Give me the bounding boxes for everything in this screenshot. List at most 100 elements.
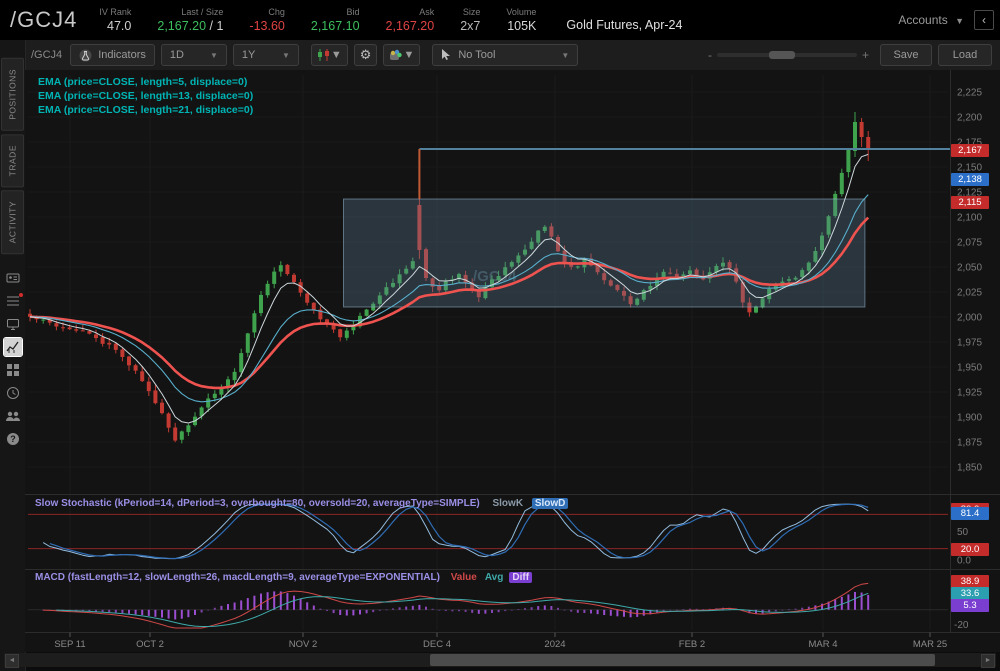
scroll-left-button[interactable]: ◄ [5,654,19,668]
time-axis-label: MAR 4 [808,639,837,650]
stochastic-badge: 20.0 [951,543,989,556]
price-axis-label: 2,100 [957,213,982,224]
timeframe-value: 1D [170,49,184,61]
chevron-down-icon: ▼ [955,16,964,26]
chart-icon[interactable] [4,338,22,356]
indicators-label: Indicators [98,49,146,61]
time-axis-label: MAR 25 [913,639,947,650]
price-axis-label: 1,875 [957,438,982,449]
stochastic-badge: 81.4 [951,507,989,520]
time-zoom-slider[interactable] [717,53,857,57]
time-axis-label: NOV 2 [289,639,318,650]
price-axis-label: 1,950 [957,363,982,374]
price-badge: 2,115 [951,196,989,209]
active-tool-label: No Tool [458,49,495,61]
sidebar-tab-positions[interactable]: POSITIONS [1,58,24,131]
monitor-icon[interactable] [4,315,22,333]
ema-study-label[interactable]: EMA (price=CLOSE, length=21, displace=0) [38,103,253,117]
horizontal-scrollbar[interactable]: ◄ ► [4,653,996,667]
slowd-legend[interactable]: SlowD [532,498,569,509]
range-value: 1Y [242,49,255,61]
quote-fields: IV Rank47.0Last / Size2,167.20 / 1Chg-13… [99,7,562,34]
id-card-icon[interactable] [4,269,22,287]
ema-study-label[interactable]: EMA (price=CLOSE, length=5, displace=0) [38,75,253,89]
macd-axis-label: -20 [954,620,969,631]
macd-badge: 5.3 [951,599,989,612]
macd-title-text: MACD (fastLength=12, slowLength=26, macd… [35,572,440,583]
chart-toolbar: /GCJ4 Indicators 1D ▼ 1Y ▼ ▼ [25,40,1000,70]
accounts-dropdown[interactable]: Accounts ▼ [898,13,964,27]
trading-platform-window: /GCJ4 IV Rank47.0Last / Size2,167.20 / 1… [0,0,1000,671]
grid-icon[interactable] [4,361,22,379]
macd-legend: Value Avg Diff [443,572,532,583]
candlestick-style-icon [317,49,331,61]
drawing-palette-icon [389,49,403,61]
quote-header: /GCJ4 IV Rank47.0Last / Size2,167.20 / 1… [0,0,1000,40]
zoom-in-button[interactable]: + [857,48,874,62]
quote-field-bid: Bid2,167.10 [311,7,360,34]
sidebar-icons: ? [0,269,25,453]
save-button[interactable]: Save [880,44,932,66]
history-icon[interactable] [4,384,22,402]
gear-icon: ⚙ [360,47,372,63]
chevron-down-icon: ▼ [282,51,290,60]
macd-title: MACD (fastLength=12, slowLength=26, macd… [35,572,532,583]
price-axis-label: 2,050 [957,263,982,274]
ema-study-label[interactable]: EMA (price=CLOSE, length=13, displace=0) [38,89,253,103]
sidebar-tab-activity[interactable]: ACTIVITY [1,190,24,254]
quote-field-size: Size2x7 [460,7,480,34]
sidebar-tabs: POSITIONS TRADE ACTIVITY [0,40,25,257]
price-axis-label: 1,850 [957,463,982,474]
stochastic-axis-label: 50 [957,527,969,538]
active-tool-dropdown[interactable]: No Tool ▼ [432,44,578,66]
macd-legend-avg[interactable]: Avg [485,572,504,583]
chevron-down-icon: ▼ [331,49,342,61]
chart-style-dropdown[interactable]: ▼ [311,44,348,66]
price-badge: 2,138 [951,173,989,186]
svg-text:?: ? [10,434,16,444]
price-axis-label: 2,025 [957,288,982,299]
scrollbar-thumb[interactable] [430,654,935,666]
indicators-icon [79,49,92,62]
drawing-rectangle [344,199,865,307]
price-axis-label: 2,075 [957,238,982,249]
chart-area[interactable]: /GCJ41,8501,8751,9001,9251,9501,9752,000… [25,70,1000,652]
time-axis-label: OCT 2 [136,639,164,650]
toolbar-symbol: /GCJ4 [31,49,62,61]
instrument-description: Gold Futures, Apr-24 [566,18,682,32]
cursor-icon [441,49,451,61]
quote-field-volume: Volume105K [506,7,536,34]
price-axis-label: 2,150 [957,163,982,174]
sidebar-tab-trade[interactable]: TRADE [1,134,24,187]
timeframe-dropdown[interactable]: 1D ▼ [161,44,227,66]
price-axis-label: 2,200 [957,113,982,124]
drawing-tools-dropdown[interactable]: ▼ [383,44,420,66]
chevron-down-icon: ▼ [210,51,218,60]
scroll-right-button[interactable]: ► [981,654,995,668]
price-axis-label: 1,975 [957,338,982,349]
stochastic-title: Slow Stochastic (kPeriod=14, dPeriod=3, … [35,498,568,509]
price-axis-label: 2,225 [957,88,982,99]
time-axis-label: FEB 2 [679,639,705,650]
quote-field-chg: Chg-13.60 [249,7,284,34]
collapse-panel-button[interactable]: ‹ [974,10,994,30]
zoom-out-button[interactable]: - [703,48,717,62]
left-sidebar: POSITIONS TRADE ACTIVITY ? [0,40,26,671]
chart-settings-button[interactable]: ⚙ [354,44,378,66]
macd-legend-diff[interactable]: Diff [509,572,532,583]
watchlist-icon[interactable] [4,292,22,310]
macd-legend-value[interactable]: Value [451,572,477,583]
symbol-title: /GCJ4 [10,7,77,33]
price-axis-label: 2,000 [957,313,982,324]
range-dropdown[interactable]: 1Y ▼ [233,44,299,66]
stochastic-title-text: Slow Stochastic (kPeriod=14, dPeriod=3, … [35,498,480,509]
help-icon[interactable]: ? [4,430,22,448]
community-icon[interactable] [4,407,22,425]
load-button[interactable]: Load [938,44,992,66]
price-chart[interactable]: /GCJ41,8501,8751,9001,9251,9501,9752,000… [25,70,1000,652]
quote-field-last-size: Last / Size2,167.20 / 1 [157,7,223,34]
time-axis-label: 2024 [544,639,565,650]
slowk-legend[interactable]: SlowK [492,498,523,509]
zoom-slider-thumb[interactable] [769,51,795,59]
indicators-button[interactable]: Indicators [70,44,155,66]
